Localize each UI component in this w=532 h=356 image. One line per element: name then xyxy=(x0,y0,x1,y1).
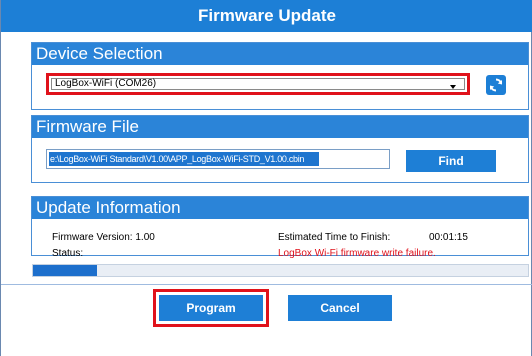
firmware-path-field[interactable]: e:\LogBox-WiFi Standard\V1.00\APP_LogBox… xyxy=(46,149,390,169)
device-select-dropdown[interactable]: LogBox-WiFi (COM26) xyxy=(46,73,470,95)
firmware-file-header: Firmware File xyxy=(32,116,528,138)
device-selection-panel: Device Selection LogBox-WiFi (COM26) xyxy=(31,42,529,110)
firmware-update-window: Firmware Update Device Selection LogBox-… xyxy=(0,0,532,356)
dropdown-arrow-icon xyxy=(450,85,456,89)
refresh-button[interactable] xyxy=(486,75,506,95)
update-information-header: Update Information xyxy=(32,197,528,219)
footer-divider xyxy=(1,284,532,285)
status-message: LogBox Wi-Fi firmware write failure. xyxy=(278,248,436,259)
firmware-version-label: Firmware Version: 1.00 xyxy=(52,232,155,243)
cancel-button[interactable]: Cancel xyxy=(288,295,392,321)
progress-bar xyxy=(32,264,529,277)
estimated-time-label: Estimated Time to Finish: xyxy=(278,232,391,243)
progress-bar-fill xyxy=(33,265,98,276)
refresh-icon xyxy=(489,78,503,92)
window-title: Firmware Update xyxy=(1,0,532,32)
selected-device-value: LogBox-WiFi (COM26) xyxy=(55,78,157,89)
firmware-file-panel: Firmware File e:\LogBox-WiFi Standard\V1… xyxy=(31,115,529,183)
update-information-panel: Update Information Firmware Version: 1.0… xyxy=(31,196,529,259)
firmware-path-value: e:\LogBox-WiFi Standard\V1.00\APP_LogBox… xyxy=(49,152,319,166)
status-label: Status: xyxy=(52,248,84,259)
program-button[interactable]: Program xyxy=(159,295,263,321)
estimated-time-value: 00:01:15 xyxy=(429,232,468,243)
device-selection-header: Device Selection xyxy=(32,43,528,65)
find-button[interactable]: Find xyxy=(406,150,496,172)
